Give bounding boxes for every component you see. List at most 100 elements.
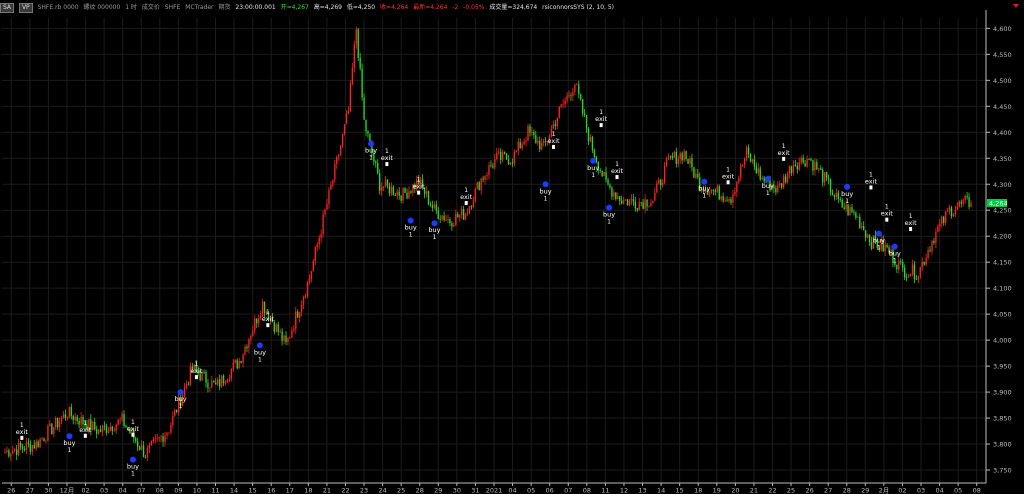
candle-body: [644, 199, 646, 209]
candle-body: [648, 206, 650, 208]
candle-body: [146, 448, 149, 458]
buy-signal[interactable]: buy1: [603, 204, 615, 226]
buy-label: buy: [873, 237, 885, 245]
x-tick-label: 04: [508, 487, 516, 494]
candle-body: [137, 441, 139, 447]
buy-qty: 1: [845, 198, 849, 205]
candle-body: [398, 191, 400, 196]
buy-signal[interactable]: buy1: [428, 220, 441, 241]
candle-body: [728, 199, 730, 202]
exit-signal[interactable]: exit1: [16, 422, 29, 440]
candle-body: [453, 225, 455, 227]
y-tick-label: 3,950: [993, 363, 1012, 371]
candle-body: [316, 244, 318, 248]
exit-signal[interactable]: exit1: [881, 204, 894, 222]
candle-body: [660, 179, 662, 186]
buy-signal[interactable]: buy1: [841, 183, 853, 205]
candle-body: [833, 194, 836, 197]
candle-body: [948, 207, 951, 212]
candle-body: [21, 446, 24, 449]
buy-signal[interactable]: buy1: [587, 157, 599, 179]
candle-body: [542, 141, 545, 143]
exit-signal[interactable]: exit1: [722, 166, 735, 185]
exit-arrow-icon: [615, 175, 619, 180]
candle-body: [250, 336, 252, 340]
buy-label: buy: [405, 224, 417, 232]
candle-body: [712, 190, 715, 191]
candle-body: [226, 379, 229, 383]
exit-label: exit: [722, 172, 735, 180]
candle-body: [144, 456, 147, 458]
buy-signal[interactable]: buy1: [63, 433, 76, 454]
exit-signal[interactable]: exit1: [460, 187, 473, 206]
candle-body: [408, 191, 410, 199]
exit-qty: 1: [464, 187, 468, 194]
candle-body: [482, 178, 484, 180]
candle-body: [621, 200, 623, 204]
exit-arrow-icon: [726, 180, 730, 185]
candle-body: [96, 429, 98, 434]
exit-qty: 1: [195, 361, 199, 368]
x-tick-label: 12月: [60, 487, 75, 494]
buy-signal[interactable]: buy1: [127, 456, 139, 478]
candle-body: [884, 244, 886, 252]
candle-body: [829, 179, 832, 193]
candle-body: [330, 184, 332, 190]
exit-signal[interactable]: exit1: [905, 213, 918, 232]
candle-body: [740, 165, 742, 178]
candle-body: [215, 382, 217, 385]
candle-body: [847, 204, 849, 216]
exit-qty: 1: [599, 109, 603, 116]
buy-label: buy: [762, 182, 774, 190]
candle-body: [384, 179, 387, 187]
price-chart[interactable]: exit1buy1exit1exit1buy1buy1exit1buy1exit…: [0, 0, 1024, 494]
exit-label: exit: [460, 193, 473, 201]
candle-body: [611, 187, 613, 197]
exit-signal[interactable]: exit1: [865, 171, 878, 190]
candle-body: [353, 44, 355, 68]
candle-body: [176, 410, 178, 412]
buy-qty: 1: [591, 172, 595, 179]
candle-body: [248, 339, 250, 349]
candle-body: [410, 191, 412, 193]
exit-arrow-icon: [131, 432, 135, 437]
candle-body: [174, 410, 176, 416]
candle-body: [568, 95, 570, 97]
candle-body: [658, 179, 660, 184]
x-tick-label: 09: [174, 487, 182, 494]
x-tick-label: 14: [657, 487, 665, 494]
candle-body: [275, 324, 277, 332]
candle-body: [470, 205, 473, 207]
candle-body: [10, 454, 12, 457]
candle-body: [234, 360, 236, 363]
x-tick-label: 06: [546, 487, 554, 494]
candle-body: [232, 362, 234, 370]
candle-body: [968, 197, 970, 207]
candle-body: [76, 416, 78, 422]
candle-body: [820, 168, 822, 170]
exit-signal[interactable]: exit1: [262, 309, 275, 328]
buy-label: buy: [63, 439, 75, 447]
candle-body: [931, 240, 933, 252]
buy-label: buy: [889, 250, 901, 258]
y-tick-label: 3,900: [993, 389, 1012, 397]
exit-signal[interactable]: exit1: [127, 419, 140, 437]
candle-body: [798, 162, 800, 170]
candle-body: [213, 380, 215, 383]
candle-body: [236, 360, 238, 369]
candle-body: [472, 201, 475, 207]
buy-signal[interactable]: buy1: [405, 217, 417, 239]
candle-body: [295, 311, 297, 329]
candle-body: [320, 233, 322, 238]
exit-signal[interactable]: exit1: [611, 161, 624, 180]
candle-body: [277, 324, 279, 333]
chart-grid: [2, 18, 986, 483]
buy-signal[interactable]: buy1: [254, 342, 266, 363]
buy-qty: 1: [433, 234, 437, 241]
candle-body: [615, 192, 617, 199]
candle-body: [958, 201, 960, 207]
candle-body: [187, 384, 190, 386]
exit-arrow-icon: [417, 190, 421, 195]
candle-body: [505, 153, 508, 160]
candle-body: [964, 196, 966, 200]
